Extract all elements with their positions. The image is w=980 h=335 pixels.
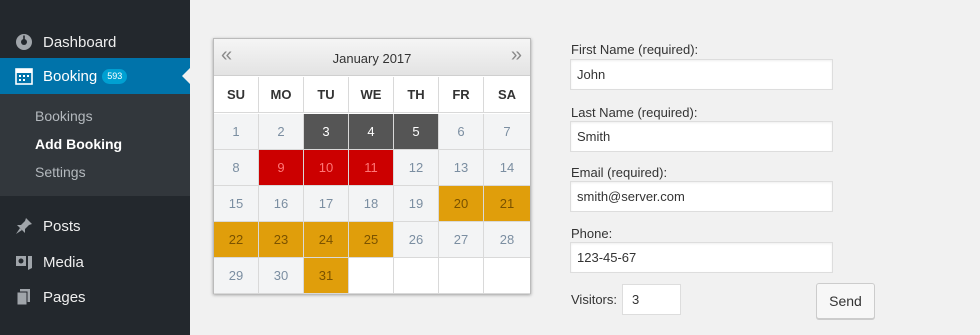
booking-count-badge: 593	[102, 68, 128, 84]
menu-label-pages: Pages	[43, 288, 86, 306]
calendar-day-cell[interactable]: 16	[259, 186, 304, 222]
calendar-week-row: 29 30 31	[214, 258, 530, 294]
calendar-day-cell[interactable]: 31	[304, 258, 349, 294]
calendar-day-cell[interactable]: 12	[394, 150, 439, 186]
last-name-input[interactable]	[570, 121, 833, 152]
weekday-header-cell: SU	[214, 77, 259, 113]
weekday-header-cell: SA	[484, 77, 530, 113]
weekday-header-cell: MO	[259, 77, 304, 113]
calendar-day-cell[interactable]: 19	[394, 186, 439, 222]
booking-calendar: « January 2017 » SU MO TU WE TH FR SA 12345678…	[213, 38, 531, 294]
calendar-day-cell[interactable]: 13	[439, 150, 484, 186]
weekday-header-cell: FR	[439, 77, 484, 113]
calendar-month-title: January 2017	[332, 51, 412, 66]
visitors-input[interactable]	[622, 284, 681, 315]
submenu-item-bookings[interactable]: Bookings	[35, 108, 93, 124]
calendar-day-cell[interactable]: 9	[259, 150, 304, 186]
phone-label: Phone:	[571, 226, 613, 241]
calendar-empty-cell	[349, 258, 394, 294]
media-icon	[15, 253, 33, 271]
calendar-header: « January 2017 »	[214, 39, 530, 76]
calendar-day-cell[interactable]: 24	[304, 222, 349, 258]
calendar-day-cell[interactable]: 29	[214, 258, 259, 294]
calendar-day-cell[interactable]: 5	[394, 114, 439, 150]
calendar-day-cell[interactable]: 18	[349, 186, 394, 222]
last-name-label: Last Name (required):	[571, 105, 698, 120]
phone-input[interactable]	[570, 242, 833, 273]
pin-icon	[15, 217, 33, 235]
calendar-day-cell[interactable]: 7	[484, 114, 530, 150]
calendar-day-cell[interactable]: 28	[484, 222, 530, 258]
calendar-week-row: 1234567	[214, 114, 530, 150]
calendar-day-cell[interactable]: 3	[304, 114, 349, 150]
visitors-label: Visitors:	[571, 292, 617, 307]
calendar-icon	[15, 67, 33, 85]
dashboard-icon	[15, 33, 33, 51]
calendar-day-cell[interactable]: 27	[439, 222, 484, 258]
calendar-empty-cell	[484, 258, 530, 294]
calendar-day-cell[interactable]: 17	[304, 186, 349, 222]
calendar-day-cell[interactable]: 15	[214, 186, 259, 222]
calendar-day-cell[interactable]: 6	[439, 114, 484, 150]
calendar-day-cell[interactable]: 23	[259, 222, 304, 258]
calendar-day-cell[interactable]: 10	[304, 150, 349, 186]
calendar-empty-cell	[394, 258, 439, 294]
calendar-day-cell[interactable]: 2	[259, 114, 304, 150]
calendar-day-cell[interactable]: 21	[484, 186, 530, 222]
calendar-day-cell[interactable]: 22	[214, 222, 259, 258]
calendar-day-cell[interactable]: 4	[349, 114, 394, 150]
menu-label-media: Media	[43, 253, 84, 271]
submenu-item-add-booking[interactable]: Add Booking	[35, 136, 122, 152]
menu-item-booking[interactable]: Booking 593	[0, 58, 190, 94]
email-label: Email (required):	[571, 165, 668, 180]
pages-icon	[15, 288, 33, 306]
menu-label-dashboard: Dashboard	[43, 33, 117, 51]
calendar-week-row: 8 9 10 11 12 13 14	[214, 150, 530, 186]
weekday-header-row: SU MO TU WE TH FR SA	[214, 77, 530, 113]
menu-label-posts: Posts	[43, 217, 81, 235]
weekday-header-cell: WE	[349, 77, 394, 113]
next-month-icon[interactable]: »	[511, 44, 522, 67]
calendar-week-row: 22 23 24 25 26 27 28	[214, 222, 530, 258]
email-input[interactable]	[570, 181, 833, 212]
booking-submenu: Bookings Add Booking Settings	[0, 94, 190, 196]
first-name-label: First Name (required):	[571, 42, 699, 57]
menu-label-booking: Booking	[43, 67, 98, 85]
calendar-week-row: 15 16 17 18 19 20 21	[214, 186, 530, 222]
submenu-item-settings[interactable]: Settings	[35, 164, 86, 180]
menu-item-posts[interactable]: Posts	[0, 208, 190, 244]
calendar-day-cell[interactable]: 11	[349, 150, 394, 186]
weekday-header-cell: TU	[304, 77, 349, 113]
calendar-day-cell[interactable]: 30	[259, 258, 304, 294]
calendar-day-cell[interactable]: 26	[394, 222, 439, 258]
calendar-empty-cell	[439, 258, 484, 294]
menu-item-dashboard[interactable]: Dashboard	[0, 24, 190, 60]
weekday-header-cell: TH	[394, 77, 439, 113]
calendar-day-cell[interactable]: 1	[214, 114, 259, 150]
first-name-input[interactable]	[570, 59, 833, 90]
calendar-day-cell[interactable]: 25	[349, 222, 394, 258]
menu-item-media[interactable]: Media	[0, 244, 190, 280]
calendar-day-cell[interactable]: 14	[484, 150, 530, 186]
calendar-day-cell[interactable]: 8	[214, 150, 259, 186]
calendar-day-cell[interactable]: 20	[439, 186, 484, 222]
send-button[interactable]: Send	[816, 283, 875, 319]
menu-item-pages[interactable]: Pages	[0, 279, 190, 315]
admin-sidebar: Dashboard Booking 593 Bookings Add Booki…	[0, 0, 190, 335]
